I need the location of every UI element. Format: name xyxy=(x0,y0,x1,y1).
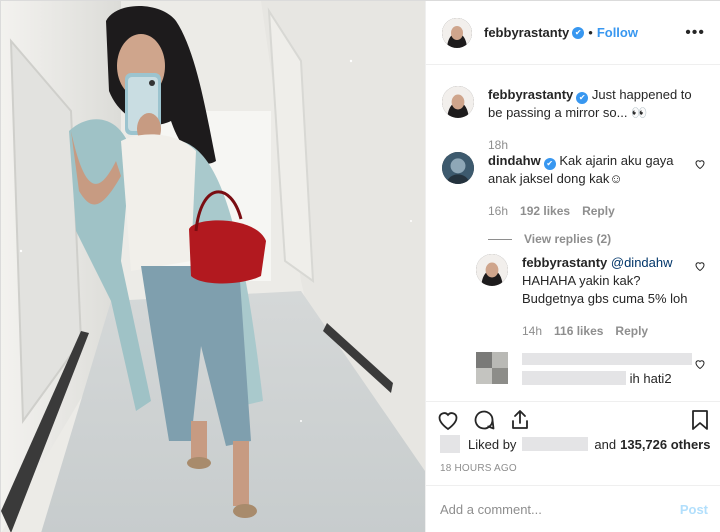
reply-item-partial: ih hati2 xyxy=(476,352,706,388)
reply-mention[interactable]: @dindahw xyxy=(611,255,673,270)
bookmark-save-icon[interactable] xyxy=(688,408,712,432)
avatar-image xyxy=(442,17,472,48)
verified-badge-icon: ✔ xyxy=(572,26,585,39)
comment-body: dindahw ✔ Kak ajarin aku gaya anak jaksel… xyxy=(488,152,694,248)
censored-liker-name[interactable] xyxy=(522,437,589,451)
comment-item: dindahw ✔ Kak ajarin aku gaya anak jaksel… xyxy=(442,152,706,248)
reply-reply-button[interactable]: Reply xyxy=(615,322,648,340)
caption: febbyrastanty ✔ Just happened to be passi… xyxy=(442,86,706,154)
post-comment-button[interactable]: Post xyxy=(680,502,708,517)
reply-time[interactable]: 14h xyxy=(522,322,542,340)
add-comment-bar: Post xyxy=(426,485,720,532)
reply-meta: 14h 116 likes Reply xyxy=(522,322,694,340)
comment-input[interactable] xyxy=(440,502,680,517)
comment-time[interactable]: 16h xyxy=(488,202,508,220)
censored-text-block xyxy=(522,353,692,365)
commenter-avatar[interactable] xyxy=(442,152,474,184)
avatar-image xyxy=(442,86,474,118)
reply-button[interactable]: Reply xyxy=(582,202,615,220)
reply-body: febbyrastanty @dindahw HAHAHA yakin kak?… xyxy=(522,254,694,340)
comment-bubble-icon[interactable] xyxy=(472,408,496,432)
post-side-panel: febbyrastanty ✔ • Follow ••• febbyrastan… xyxy=(425,1,720,532)
comment-like-heart-icon[interactable] xyxy=(694,158,706,170)
avatar-image xyxy=(476,254,508,286)
likes-and: and xyxy=(594,436,617,452)
reply-item: febbyrastanty @dindahw HAHAHA yakin kak?… xyxy=(476,254,706,340)
likes-summary: Liked by and 135,726 others xyxy=(440,435,710,453)
partial-reply-text: ih hati2 xyxy=(629,371,672,386)
reply-likes[interactable]: 116 likes xyxy=(554,322,603,340)
post-header: febbyrastanty ✔ • Follow ••• xyxy=(426,1,720,65)
comment-meta: 16h 192 likes Reply xyxy=(488,202,694,220)
author-username[interactable]: febbyrastanty xyxy=(484,25,569,40)
more-options-icon[interactable]: ••• xyxy=(685,24,705,42)
view-replies-button[interactable]: View replies (2) xyxy=(488,230,694,248)
reply-username[interactable]: febbyrastanty xyxy=(522,255,607,270)
reply-like-heart-icon[interactable] xyxy=(694,260,706,272)
censored-text-block xyxy=(522,371,626,385)
caption-avatar[interactable] xyxy=(442,86,474,118)
comment-username[interactable]: dindahw xyxy=(488,153,541,168)
like-heart-icon[interactable] xyxy=(436,408,460,432)
author-avatar[interactable] xyxy=(442,17,472,48)
view-replies-label: View replies (2) xyxy=(524,232,612,246)
avatar-image xyxy=(442,152,474,184)
post-actions-bar xyxy=(426,401,720,437)
censored-avatar xyxy=(476,352,508,384)
share-upload-icon[interactable] xyxy=(508,408,532,432)
caption-body: febbyrastanty ✔ Just happened to be passi… xyxy=(488,86,702,154)
comments-list[interactable]: febbyrastanty ✔ Just happened to be passi… xyxy=(426,66,720,400)
reply-text: HAHAHA yakin kak? Budgetnya gbs cuma 5% … xyxy=(522,273,688,306)
likes-count[interactable]: 135,726 others xyxy=(620,437,710,452)
liked-by-prefix: Liked by xyxy=(468,436,517,452)
post-photo[interactable] xyxy=(1,1,425,532)
follow-button[interactable]: Follow xyxy=(597,25,638,40)
header-separator: • xyxy=(588,25,593,40)
partial-reply-like-heart-icon[interactable] xyxy=(694,358,706,370)
mirror-selfie-image xyxy=(1,1,425,532)
reply-avatar[interactable] xyxy=(476,254,508,286)
caption-username[interactable]: febbyrastanty xyxy=(488,87,573,102)
verified-badge-icon: ✔ xyxy=(576,92,589,104)
partial-reply-body: ih hati2 xyxy=(522,352,694,388)
view-replies-line xyxy=(488,238,512,240)
post-timestamp[interactable]: 18 HOURS AGO xyxy=(440,463,517,474)
instagram-post-modal: febbyrastanty ✔ • Follow ••• febbyrastan… xyxy=(0,0,720,532)
verified-badge-icon: ✔ xyxy=(543,158,556,170)
comment-likes[interactable]: 192 likes xyxy=(520,202,570,220)
censored-liker-avatar xyxy=(440,435,460,453)
